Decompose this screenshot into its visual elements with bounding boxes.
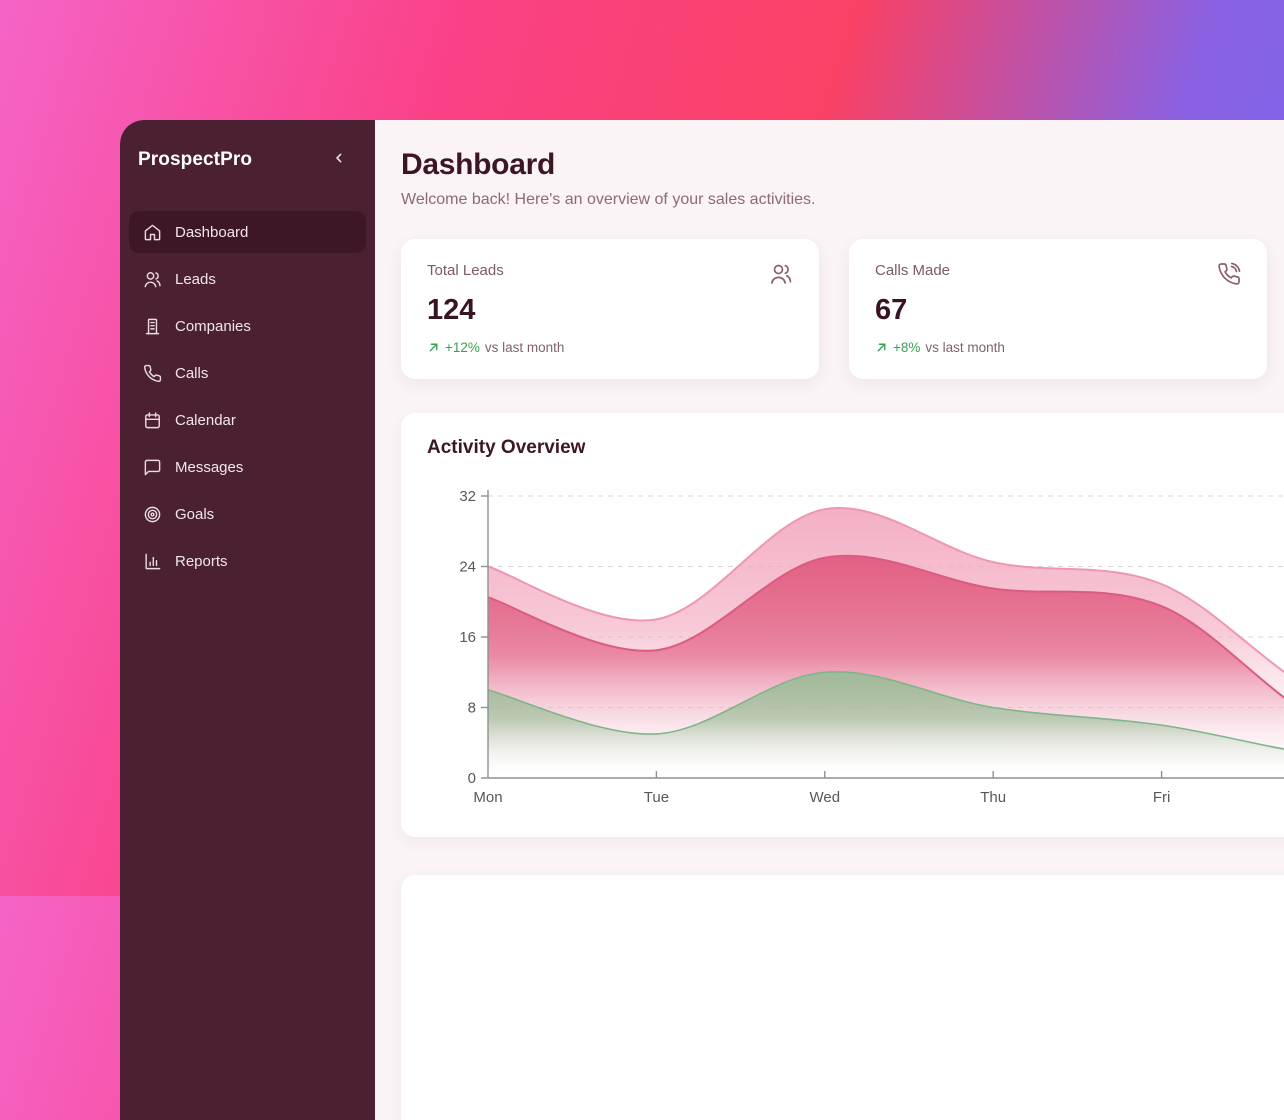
svg-text:0: 0 (468, 770, 476, 787)
building-icon (143, 317, 162, 336)
users-icon (769, 262, 793, 286)
svg-text:32: 32 (459, 488, 476, 505)
sidebar-item-label: Calendar (175, 412, 236, 429)
sidebar-item-label: Messages (175, 459, 243, 476)
stat-trend-note: vs last month (925, 340, 1005, 355)
arrow-up-right-icon (427, 341, 440, 354)
svg-text:24: 24 (459, 559, 476, 576)
users-icon (143, 270, 162, 289)
sidebar-item-calls[interactable]: Calls (129, 352, 366, 394)
stat-label: Total Leads (427, 262, 504, 279)
sidebar-item-messages[interactable]: Messages (129, 446, 366, 488)
activity-overview-card: Activity Overview 0 8 16 24 32 Mon Tue Wed Thu Fr… (401, 413, 1284, 837)
home-icon (143, 223, 162, 242)
chart-title: Activity Overview (427, 437, 1284, 459)
sidebar-item-label: Goals (175, 506, 214, 523)
calendar-icon (143, 411, 162, 430)
svg-text:8: 8 (468, 700, 476, 717)
svg-text:Fri: Fri (1153, 789, 1171, 806)
sidebar-item-companies[interactable]: Companies (129, 305, 366, 347)
stat-value: 67 (875, 294, 1241, 327)
sidebar-collapse-button[interactable] (329, 148, 349, 171)
svg-text:16: 16 (459, 629, 476, 646)
phone-call-icon (1217, 262, 1241, 286)
svg-text:Tue: Tue (644, 789, 669, 806)
stat-card-calls-made: Calls Made 67 +8% vs last month (849, 239, 1267, 379)
stat-trend-note: vs last month (485, 340, 565, 355)
sidebar-item-label: Leads (175, 271, 216, 288)
target-icon (143, 505, 162, 524)
page-subtitle: Welcome back! Here's an overview of your… (401, 191, 1284, 209)
app-logo: ProspectPro (138, 149, 252, 171)
sidebar-item-dashboard[interactable]: Dashboard (129, 211, 366, 253)
arrow-up-right-icon (875, 341, 888, 354)
sidebar-item-goals[interactable]: Goals (129, 493, 366, 535)
phone-icon (143, 364, 162, 383)
svg-text:Wed: Wed (810, 789, 841, 806)
stat-trend: +12% (445, 340, 480, 355)
sidebar-item-leads[interactable]: Leads (129, 258, 366, 300)
svg-text:Thu: Thu (980, 789, 1006, 806)
stat-trend: +8% (893, 340, 920, 355)
app-window: ProspectPro Dashboard Leads (120, 120, 1284, 1120)
activity-chart: 08162432MonTueWedThuFriSatSun (427, 486, 1284, 808)
svg-text:Mon: Mon (473, 789, 502, 806)
chevron-left-icon (331, 150, 347, 169)
sidebar-nav: Dashboard Leads Companies Calls (120, 211, 375, 582)
sidebar-item-calendar[interactable]: Calendar (129, 399, 366, 441)
sidebar-item-label: Dashboard (175, 224, 248, 241)
sidebar-item-label: Calls (175, 365, 208, 382)
page-title: Dashboard (401, 148, 1284, 182)
sidebar-item-reports[interactable]: Reports (129, 540, 366, 582)
bar-chart-icon (143, 552, 162, 571)
stats-row: Total Leads 124 +12% vs last month Calls (401, 239, 1284, 379)
stat-value: 124 (427, 294, 793, 327)
sidebar-item-label: Reports (175, 553, 228, 570)
partially-visible-card (401, 875, 1284, 1120)
sidebar-item-label: Companies (175, 318, 251, 335)
stat-label: Calls Made (875, 262, 950, 279)
message-icon (143, 458, 162, 477)
main-content: Dashboard Welcome back! Here's an overvi… (375, 120, 1284, 1120)
sidebar: ProspectPro Dashboard Leads (120, 120, 375, 1120)
stat-card-total-leads: Total Leads 124 +12% vs last month (401, 239, 819, 379)
